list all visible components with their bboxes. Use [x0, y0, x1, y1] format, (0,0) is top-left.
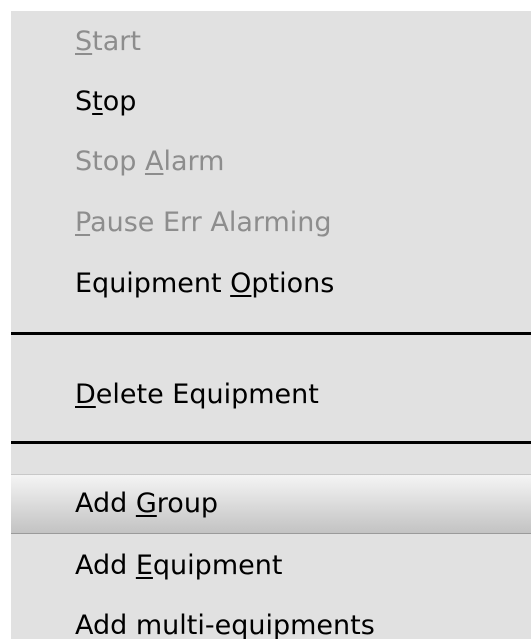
menu-item-add-multi-equipments[interactable]: Add multi-equipments: [11, 596, 531, 639]
mnemonic-e: E: [135, 550, 153, 581]
menu-item-stop[interactable]: Stop: [11, 72, 531, 132]
menu-item-stop-alarm[interactable]: Stop Alarm: [11, 132, 531, 192]
mnemonic-t: t: [92, 86, 103, 117]
menu-item-add-equipment[interactable]: Add Equipment: [11, 536, 531, 596]
mnemonic-a: A: [144, 146, 164, 177]
context-menu: Start Stop Stop Alarm Pause Err Alarming…: [11, 11, 531, 639]
menu-separator: [11, 441, 531, 444]
menu-item-delete-equipment[interactable]: Delete Equipment: [11, 365, 531, 425]
mnemonic-o: O: [230, 268, 252, 299]
menu-item-equipment-options[interactable]: Equipment Options: [11, 254, 531, 314]
mnemonic-p: P: [75, 207, 91, 238]
mnemonic-d: D: [75, 379, 96, 410]
menu-separator: [11, 332, 531, 335]
mnemonic-s: S: [75, 26, 93, 57]
menu-item-start[interactable]: Start: [11, 12, 531, 72]
menu-item-pause-err-alarming[interactable]: Pause Err Alarming: [11, 193, 531, 253]
menu-item-add-group[interactable]: Add Group: [11, 474, 531, 534]
mnemonic-g: G: [135, 488, 157, 519]
